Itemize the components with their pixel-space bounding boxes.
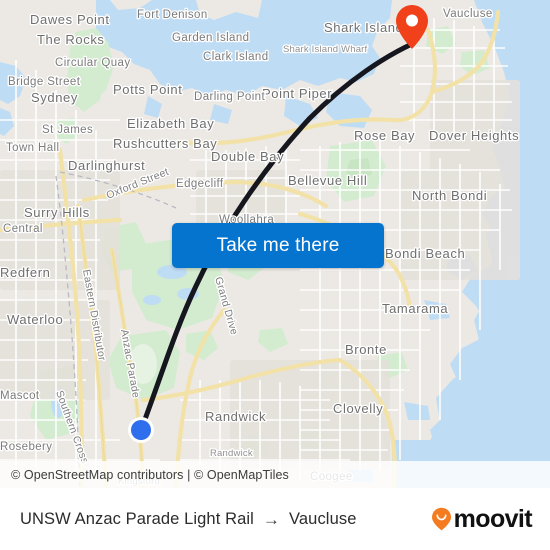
map-label: Sydney [31,90,78,105]
map-canvas[interactable]: Dawes Point Fort Denison The Rocks Garden I… [0,0,550,488]
map-label: Randwick [210,448,253,459]
map-label: Bridge Street [8,76,81,88]
map-label: Vaucluse [443,8,493,20]
route-destination-label: Vaucluse [289,509,357,528]
map-label: Central [3,223,43,235]
map-label: Rose Bay [354,128,415,143]
map-label: Circular Quay [55,57,131,69]
origin-dot-marker[interactable] [127,416,155,444]
map-label: Garden Island [172,32,249,44]
map-label: Redfern [0,265,50,280]
map-label: Rushcutters Bay [113,136,217,151]
map-label: Bronte [345,342,387,357]
map-label: North Bondi [412,188,487,203]
map-label: St James [42,124,93,136]
map-label: Tamarama [382,301,448,316]
map-label: Elizabeth Bay [127,116,214,131]
destination-pin-marker[interactable] [394,4,430,50]
moovit-route-card: Dawes Point Fort Denison The Rocks Garden I… [0,0,550,550]
moovit-logo[interactable]: moovit [431,504,533,533]
map-label: Rosebery [0,441,52,453]
map-label: Darling Point [194,91,265,103]
map-label: Shark Island Wharf [283,44,368,55]
map-label: Randwick [205,409,266,424]
moovit-pin-icon [431,507,451,531]
map-label: Mascot [0,390,40,402]
map-label: Darlinghurst [68,158,145,173]
take-me-there-button[interactable]: Take me there [172,223,384,268]
route-footer: UNSW Anzac Parade Light Rail → Vaucluse … [0,488,550,550]
map-label: Shark Island [324,20,403,35]
map-label: Bellevue Hill [288,173,367,188]
map-label: Waterloo [7,312,63,327]
map-label: Double Bay [211,149,284,164]
map-label: Town Hall [6,142,59,154]
map-label: Potts Point [113,82,182,97]
map-label: Clovelly [333,401,383,416]
map-label: Fort Denison [137,9,208,21]
map-label: Surry Hills [24,205,90,220]
map-attribution: © OpenStreetMap contributors | © OpenMap… [0,461,550,488]
moovit-wordmark: moovit [453,504,533,533]
arrow-right-icon: → [262,509,281,529]
map-label: Dawes Point [30,12,110,27]
map-label: Bondi Beach [385,246,465,261]
map-label: The Rocks [37,32,105,47]
map-label: Dover Heights [429,128,519,143]
map-label: Edgecliff [176,178,224,190]
route-origin-label: UNSW Anzac Parade Light Rail [20,509,254,528]
map-label: Clark Island [203,51,269,63]
route-summary: UNSW Anzac Parade Light Rail → Vaucluse [20,510,356,529]
map-label: Point Piper [262,86,332,101]
